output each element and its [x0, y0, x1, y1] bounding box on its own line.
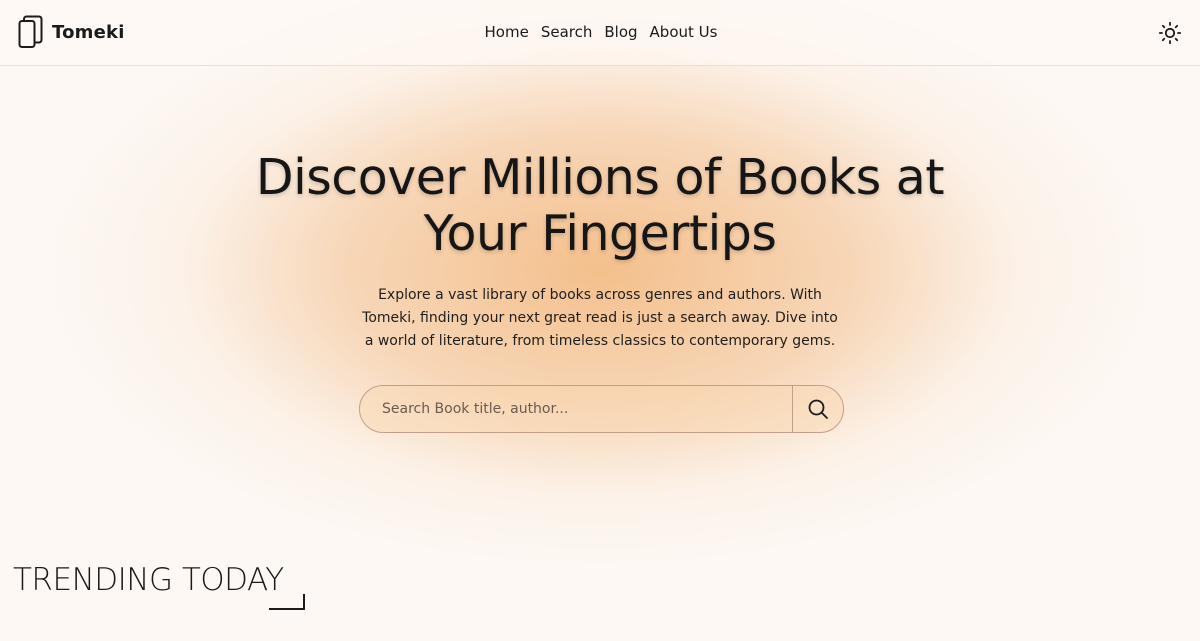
- theme-toggle-button[interactable]: [1158, 21, 1182, 45]
- hero-description: Explore a vast library of books across g…: [362, 287, 838, 349]
- trending-title: TRENDING TODAY: [13, 562, 284, 598]
- book-search-input[interactable]: [360, 386, 792, 432]
- nav-about-link[interactable]: About Us: [650, 23, 718, 41]
- brand-name: Tomeki: [52, 21, 125, 43]
- trending-section: TRENDING TODAY: [13, 560, 305, 610]
- sun-icon: [1158, 21, 1182, 45]
- title-underline-decoration: [269, 594, 305, 610]
- hero-section: Discover Millions of Books at Your Finge…: [0, 150, 1200, 353]
- search-submit-button[interactable]: [792, 386, 843, 432]
- hero-title: Discover Millions of Books at Your Finge…: [255, 149, 945, 262]
- main-nav: Home Search Blog About Us: [0, 0, 1200, 64]
- nav-search-link[interactable]: Search: [541, 23, 593, 41]
- brand-logo[interactable]: Tomeki: [18, 15, 125, 49]
- search-icon: [808, 399, 828, 419]
- book-search-bar: [359, 385, 844, 433]
- books-icon: [18, 15, 43, 48]
- top-navbar: Tomeki Home Search Blog About Us: [0, 0, 1200, 66]
- nav-home-link[interactable]: Home: [485, 23, 529, 41]
- nav-blog-link[interactable]: Blog: [604, 23, 637, 41]
